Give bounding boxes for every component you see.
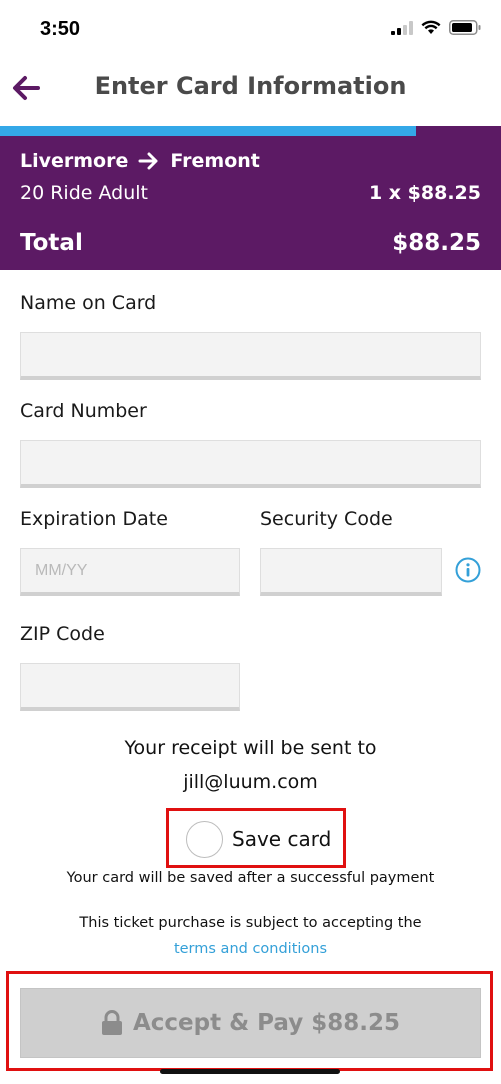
total-line: Total $88.25 xyxy=(20,230,481,256)
order-summary: Livermore Fremont 20 Ride Adult 1 x $88.… xyxy=(0,136,501,270)
terms-text: This ticket purchase is subject to accep… xyxy=(79,915,422,931)
card-number-input[interactable] xyxy=(20,440,481,488)
save-card-note: Your card will be saved after a successf… xyxy=(66,870,435,886)
destination-station: Fremont xyxy=(170,150,260,172)
origin-station: Livermore xyxy=(20,150,129,172)
total-value: $88.25 xyxy=(392,230,481,256)
zip-code-label: ZIP Code xyxy=(20,623,105,645)
name-on-card-label: Name on Card xyxy=(20,292,157,314)
save-card-label[interactable]: Save card xyxy=(232,827,331,851)
cellular-signal-icon xyxy=(391,20,413,35)
arrow-right-icon xyxy=(138,152,158,170)
security-code-input[interactable] xyxy=(260,548,442,596)
accept-pay-button[interactable]: Accept & Pay $88.25 xyxy=(20,988,481,1058)
battery-icon xyxy=(449,20,481,35)
expiration-date-input[interactable] xyxy=(20,548,240,596)
save-card-radio[interactable] xyxy=(186,821,223,858)
wifi-icon xyxy=(421,20,441,34)
receipt-email: jill@luum.com xyxy=(183,771,318,793)
ticket-qty-price: 1 x $88.25 xyxy=(368,182,481,204)
card-number-label: Card Number xyxy=(20,400,147,422)
receipt-text: Your receipt will be sent to xyxy=(124,737,377,759)
status-icons xyxy=(391,20,481,35)
total-label: Total xyxy=(20,230,83,256)
status-time: 3:50 xyxy=(40,18,81,40)
info-icon[interactable] xyxy=(455,557,481,583)
accept-pay-label: Accept & Pay $88.25 xyxy=(132,1010,400,1036)
progress-fill xyxy=(0,126,416,136)
zip-code-input[interactable] xyxy=(20,663,240,711)
page-title: Enter Card Information xyxy=(94,72,407,100)
expiration-date-label: Expiration Date xyxy=(20,508,168,530)
nav-bar: Enter Card Information xyxy=(0,60,501,126)
status-bar: 3:50 xyxy=(0,0,501,60)
route: Livermore Fremont xyxy=(20,150,260,172)
ticket-name: 20 Ride Adult xyxy=(20,182,148,204)
lock-icon xyxy=(101,1010,122,1035)
progress-bar xyxy=(0,126,501,136)
ticket-line: 20 Ride Adult 1 x $88.25 xyxy=(20,182,481,204)
home-indicator xyxy=(160,1069,340,1074)
name-on-card-input[interactable] xyxy=(20,332,481,380)
terms-link[interactable]: terms and conditions xyxy=(0,941,501,957)
security-code-label: Security Code xyxy=(260,508,393,530)
